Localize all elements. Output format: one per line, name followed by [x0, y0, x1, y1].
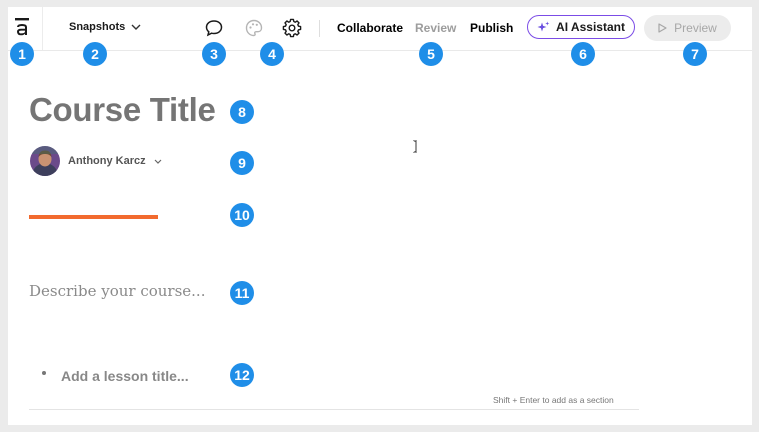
comment-icon[interactable] — [203, 17, 225, 39]
review-tab[interactable]: Review — [415, 21, 456, 35]
preview-label: Preview — [674, 21, 717, 35]
chevron-down-icon — [131, 24, 141, 30]
articulate-logo-icon[interactable] — [13, 16, 31, 38]
author-name: Anthony Karcz — [68, 155, 146, 167]
play-icon — [658, 23, 667, 33]
annotation-badge: 6 — [571, 42, 595, 66]
ai-assistant-label: AI Assistant — [556, 20, 625, 34]
collaborate-tab[interactable]: Collaborate — [337, 21, 403, 35]
annotation-badge: 7 — [683, 42, 707, 66]
annotation-badge: 9 — [230, 151, 254, 175]
top-toolbar: Snapshots Collaborate Review Publish AI … — [8, 7, 752, 51]
lesson-underline — [29, 409, 639, 410]
app-window: Snapshots Collaborate Review Publish AI … — [8, 7, 752, 425]
annotation-badge: 2 — [83, 42, 107, 66]
annotation-badge: 5 — [419, 42, 443, 66]
author-selector[interactable]: Anthony Karcz — [30, 146, 162, 176]
gear-icon[interactable] — [281, 17, 303, 39]
palette-icon[interactable] — [243, 17, 265, 39]
course-description-input[interactable]: Describe your course... — [29, 282, 205, 300]
course-title[interactable]: Course Title — [29, 91, 216, 129]
snapshots-label: Snapshots — [69, 21, 126, 33]
snapshots-dropdown[interactable]: Snapshots — [69, 21, 141, 33]
annotation-badge: 12 — [230, 363, 254, 387]
toolbar-divider — [319, 20, 320, 37]
annotation-badge: 4 — [260, 42, 284, 66]
logo-divider — [42, 7, 43, 50]
accent-divider — [29, 215, 158, 219]
section-hint: Shift + Enter to add as a section — [493, 395, 614, 405]
text-cursor-icon — [413, 140, 417, 153]
lesson-bullet — [42, 371, 46, 375]
annotation-badge: 3 — [202, 42, 226, 66]
annotation-badge: 10 — [230, 203, 254, 227]
annotation-badge: 8 — [230, 100, 254, 124]
avatar — [30, 146, 60, 176]
ai-assistant-button[interactable]: AI Assistant — [527, 15, 635, 39]
lesson-title-input[interactable]: Add a lesson title... — [61, 368, 189, 384]
publish-tab[interactable]: Publish — [470, 21, 513, 35]
sparkle-icon — [537, 21, 550, 31]
annotation-badge: 11 — [230, 281, 254, 305]
chevron-down-icon — [154, 159, 162, 164]
preview-button[interactable]: Preview — [644, 15, 731, 41]
annotation-badge: 1 — [10, 42, 34, 66]
